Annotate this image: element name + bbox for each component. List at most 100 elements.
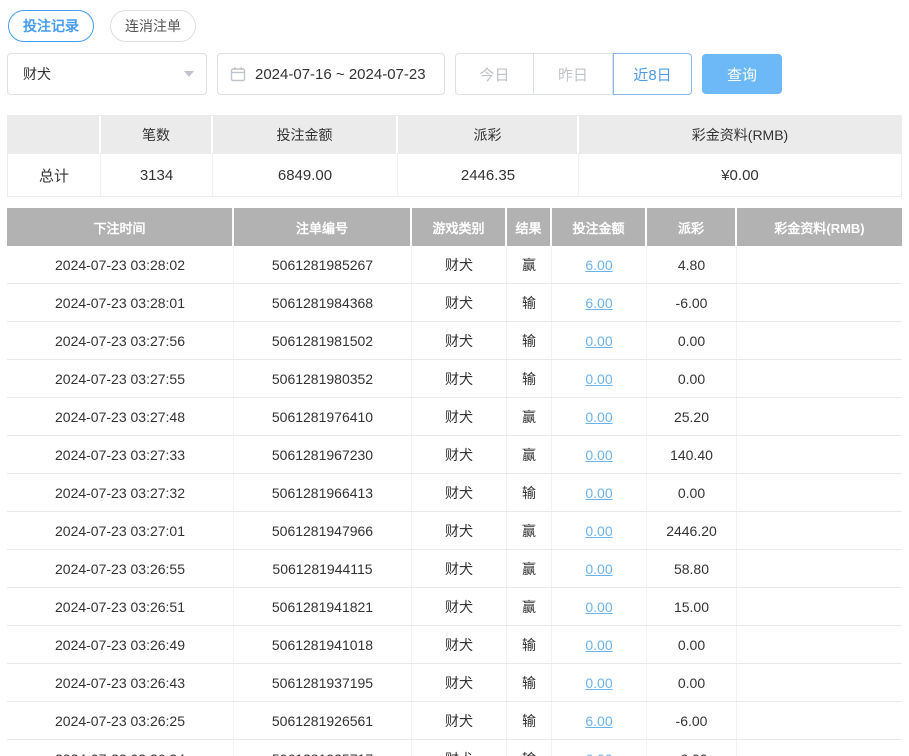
- result-cell: 赢: [507, 246, 552, 283]
- header-bonus: 彩金资料(RMB): [737, 208, 902, 246]
- payout-cell: 2446.20: [647, 512, 737, 549]
- result-cell: 输: [507, 664, 552, 701]
- game-type-cell: 财犬: [412, 588, 507, 625]
- result-cell: 输: [507, 626, 552, 663]
- payout-cell: 58.80: [647, 550, 737, 587]
- bet-amount-link[interactable]: 0.00: [585, 333, 612, 349]
- bet-time-cell: 2024-07-23 03:27:32: [7, 474, 234, 511]
- payout-cell: -6.00: [647, 740, 737, 756]
- bet-amount-cell: 6.00: [552, 740, 647, 756]
- result-cell: 赢: [507, 398, 552, 435]
- bet-amount-cell: 0.00: [552, 360, 647, 397]
- yesterday-button[interactable]: 昨日: [534, 53, 613, 95]
- order-number-cell: 5061281984368: [234, 284, 412, 321]
- result-cell: 输: [507, 322, 552, 359]
- bonus-cell: [737, 702, 902, 739]
- payout-cell: 140.40: [647, 436, 737, 473]
- game-type-cell: 财犬: [412, 702, 507, 739]
- order-number-cell: 5061281980352: [234, 360, 412, 397]
- header-bet-time: 下注时间: [7, 208, 234, 246]
- today-button[interactable]: 今日: [455, 53, 534, 95]
- game-type-cell: 财犬: [412, 398, 507, 435]
- bonus-cell: [737, 550, 902, 587]
- table-row: 2024-07-23 03:26:555061281944115财犬赢0.005…: [7, 550, 902, 588]
- filter-bar: 财犬 2024-07-16 ~ 2024-07-23 今日 昨日 近8日 查询: [7, 53, 902, 95]
- payout-cell: 0.00: [647, 664, 737, 701]
- result-cell: 输: [507, 360, 552, 397]
- table-row: 2024-07-23 03:26:245061281925717财犬输6.00-…: [7, 740, 902, 756]
- payout-cell: 4.80: [647, 246, 737, 283]
- tab-betting-records[interactable]: 投注记录: [8, 10, 94, 42]
- table-row: 2024-07-23 03:27:565061281981502财犬输0.000…: [7, 322, 902, 360]
- bonus-cell: [737, 436, 902, 473]
- bet-amount-link[interactable]: 0.00: [585, 371, 612, 387]
- summary-table: 笔数 投注金额 派彩 彩金资料(RMB) 总计 3134 6849.00 244…: [7, 115, 902, 197]
- summary-header-bet-amount: 投注金额: [213, 116, 398, 154]
- bonus-cell: [737, 284, 902, 321]
- bet-amount-link[interactable]: 0.00: [585, 561, 612, 577]
- payout-cell: 0.00: [647, 626, 737, 663]
- order-number-cell: 5061281925717: [234, 740, 412, 756]
- bonus-cell: [737, 474, 902, 511]
- bonus-cell: [737, 588, 902, 625]
- summary-header: 笔数 投注金额 派彩 彩金资料(RMB): [8, 116, 901, 154]
- bet-time-cell: 2024-07-23 03:26:43: [7, 664, 234, 701]
- bet-amount-cell: 0.00: [552, 550, 647, 587]
- bet-amount-link[interactable]: 6.00: [585, 295, 612, 311]
- game-type-cell: 财犬: [412, 626, 507, 663]
- bet-amount-link[interactable]: 0.00: [585, 599, 612, 615]
- bet-time-cell: 2024-07-23 03:27:01: [7, 512, 234, 549]
- game-type-cell: 财犬: [412, 322, 507, 359]
- order-number-cell: 5061281981502: [234, 322, 412, 359]
- bet-time-cell: 2024-07-23 03:26:51: [7, 588, 234, 625]
- bet-table-header: 下注时间 注单编号 游戏类别 结果 投注金额 派彩 彩金资料(RMB): [7, 208, 902, 246]
- bonus-cell: [737, 740, 902, 756]
- date-range-value: 2024-07-16 ~ 2024-07-23: [255, 66, 426, 83]
- bet-amount-cell: 0.00: [552, 474, 647, 511]
- bet-amount-link[interactable]: 0.00: [585, 409, 612, 425]
- payout-cell: 0.00: [647, 360, 737, 397]
- bet-amount-link[interactable]: 0.00: [585, 675, 612, 691]
- payout-cell: -6.00: [647, 702, 737, 739]
- bet-amount-link[interactable]: 0.00: [585, 523, 612, 539]
- summary-bet-amount-value: 6849.00: [213, 154, 398, 196]
- game-select-value: 财犬: [23, 64, 51, 84]
- summary-header-payout: 派彩: [398, 116, 579, 154]
- header-bet-amount: 投注金额: [552, 208, 647, 246]
- game-type-cell: 财犬: [412, 246, 507, 283]
- bet-amount-cell: 0.00: [552, 588, 647, 625]
- header-order-number: 注单编号: [234, 208, 412, 246]
- table-row: 2024-07-23 03:26:435061281937195财犬输0.000…: [7, 664, 902, 702]
- betting-records-page: 投注记录 连消注单 财犬 2024-07-16 ~ 2024-07-23 今日 …: [0, 0, 909, 756]
- result-cell: 赢: [507, 512, 552, 549]
- bet-amount-cell: 6.00: [552, 702, 647, 739]
- summary-header-bonus: 彩金资料(RMB): [579, 116, 901, 154]
- result-cell: 输: [507, 474, 552, 511]
- payout-cell: 15.00: [647, 588, 737, 625]
- tab-cancelled-orders[interactable]: 连消注单: [110, 10, 196, 42]
- order-number-cell: 5061281985267: [234, 246, 412, 283]
- search-button[interactable]: 查询: [702, 54, 782, 94]
- game-select[interactable]: 财犬: [7, 53, 207, 95]
- bet-amount-link[interactable]: 6.00: [585, 713, 612, 729]
- result-cell: 输: [507, 702, 552, 739]
- game-type-cell: 财犬: [412, 284, 507, 321]
- bet-amount-link[interactable]: 6.00: [585, 751, 612, 756]
- bet-time-cell: 2024-07-23 03:26:24: [7, 740, 234, 756]
- header-game-type: 游戏类别: [412, 208, 507, 246]
- bet-amount-link[interactable]: 0.00: [585, 637, 612, 653]
- bet-amount-link[interactable]: 0.00: [585, 485, 612, 501]
- order-number-cell: 5061281937195: [234, 664, 412, 701]
- bonus-cell: [737, 322, 902, 359]
- bonus-cell: [737, 664, 902, 701]
- last-8-days-button[interactable]: 近8日: [613, 53, 692, 95]
- summary-header-count: 笔数: [101, 116, 213, 154]
- result-cell: 输: [507, 740, 552, 756]
- bet-amount-cell: 6.00: [552, 284, 647, 321]
- bet-amount-link[interactable]: 6.00: [585, 257, 612, 273]
- bonus-cell: [737, 512, 902, 549]
- table-row: 2024-07-23 03:28:025061281985267财犬赢6.004…: [7, 246, 902, 284]
- bet-amount-link[interactable]: 0.00: [585, 447, 612, 463]
- date-range-picker[interactable]: 2024-07-16 ~ 2024-07-23: [217, 53, 445, 95]
- bet-amount-cell: 0.00: [552, 512, 647, 549]
